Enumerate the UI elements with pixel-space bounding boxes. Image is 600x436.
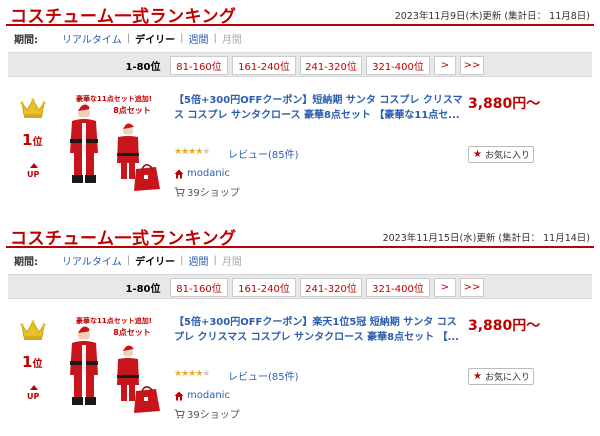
next-page-button[interactable]: > bbox=[434, 278, 456, 297]
review-link[interactable]: レビュー(85件) bbox=[228, 146, 299, 161]
ranking-header: コスチューム一式ランキング 2023年11月15日(水)更新 (集計日： 11月… bbox=[0, 222, 600, 249]
range-current: 1-80位 bbox=[125, 284, 161, 295]
period-daily-active: デイリー bbox=[135, 34, 176, 46]
product-title-link[interactable]: 【5倍+300円OFFクーポン】楽天1位5冠 短納期 サンタ コスプレ クリスマ… bbox=[174, 315, 466, 345]
badge-bottom-text: 8点セット bbox=[113, 105, 151, 115]
period-label: 期間: bbox=[14, 256, 38, 268]
product-price: 3,880円～ bbox=[468, 318, 541, 334]
period-label: 期間: bbox=[14, 34, 38, 46]
shop-name: modanic bbox=[187, 168, 230, 179]
shop-house-icon bbox=[174, 391, 184, 400]
favorite-label: お気に入り bbox=[484, 151, 530, 161]
period-monthly-disabled: 月間 bbox=[221, 256, 242, 268]
range-241-320-link[interactable]: 241-320位 bbox=[300, 278, 362, 297]
rank-number: 1位 bbox=[22, 131, 42, 149]
update-date: 2023年11月9日(木)更新 (集計日： 11月8日) bbox=[394, 11, 590, 22]
shop-house-icon bbox=[174, 169, 184, 178]
period-monthly-disabled: 月間 bbox=[221, 34, 242, 46]
range-current: 1-80位 bbox=[125, 62, 161, 73]
points-info: 39ショップ bbox=[174, 184, 240, 199]
star-empty-icon: ★ bbox=[202, 147, 210, 157]
ranking-header: コスチューム一式ランキング 2023年11月9日(木)更新 (集計日： 11月8… bbox=[0, 0, 600, 27]
product-image[interactable]: 豪華な11点セット追加! 8点セット bbox=[64, 313, 164, 417]
period-weekly-link[interactable]: 週間 bbox=[188, 253, 208, 268]
rank-value: 1 bbox=[22, 353, 33, 371]
period-daily-active: デイリー bbox=[135, 256, 176, 268]
period-separator: | bbox=[180, 32, 184, 44]
cart-icon bbox=[174, 408, 185, 418]
rank-suffix: 位 bbox=[32, 137, 43, 148]
rank-range-bar: 1-80位 81-160位 161-240位 241-320位 321-400位… bbox=[8, 274, 592, 299]
header-divider bbox=[6, 24, 594, 26]
range-161-240-link[interactable]: 161-240位 bbox=[232, 278, 296, 297]
favorite-button[interactable]: ★ お気に入り bbox=[468, 146, 534, 163]
product-image[interactable]: 豪華な11点セット追加! 8点セット bbox=[64, 91, 164, 195]
ranking-panel: コスチューム一式ランキング 2023年11月15日(水)更新 (集計日： 11月… bbox=[0, 222, 600, 436]
period-weekly-link[interactable]: 週間 bbox=[188, 31, 208, 46]
range-161-240-link[interactable]: 161-240位 bbox=[232, 56, 296, 75]
period-separator: | bbox=[213, 32, 217, 44]
rank-suffix: 位 bbox=[32, 359, 43, 370]
star-empty-icon: ★ bbox=[202, 369, 210, 379]
last-page-button[interactable]: >> bbox=[460, 278, 484, 297]
rank-trend: UP bbox=[27, 392, 40, 401]
range-81-160-link[interactable]: 81-160位 bbox=[170, 56, 228, 75]
points-text: 39ショップ bbox=[187, 410, 240, 421]
period-separator: | bbox=[213, 254, 217, 266]
badge-bottom-text: 8点セット bbox=[113, 327, 151, 337]
period-selector: 期間: リアルタイム | デイリー | 週間 | 月間 bbox=[0, 30, 242, 46]
period-selector: 期間: リアルタイム | デイリー | 週間 | 月間 bbox=[0, 252, 242, 268]
last-page-button[interactable]: >> bbox=[460, 56, 484, 75]
period-realtime-link[interactable]: リアルタイム bbox=[62, 253, 122, 268]
product-title-link[interactable]: 【5倍+300円OFFクーポン】短納期 サンタ コスプレ クリスマス コスプレ … bbox=[174, 93, 466, 123]
ranking-item: 1位 UP 豪華な11点セット追加! 8点セット 【5倍+300円OFFクーポン… bbox=[0, 313, 600, 423]
ranking-item: 1位 UP 豪華な11点セット追加! 8点セット 【5倍+300円OFFクーポン… bbox=[0, 91, 600, 201]
header-divider bbox=[6, 246, 594, 248]
rank-number: 1位 bbox=[22, 353, 42, 371]
badge-top-text: 豪華な11点セット追加! bbox=[76, 94, 152, 103]
period-realtime-link[interactable]: リアルタイム bbox=[62, 31, 122, 46]
period-separator: | bbox=[126, 32, 131, 44]
points-text: 39ショップ bbox=[187, 188, 240, 199]
range-81-160-link[interactable]: 81-160位 bbox=[170, 278, 228, 297]
crown-icon bbox=[20, 98, 46, 118]
cart-icon bbox=[174, 186, 185, 196]
rank-range-bar: 1-80位 81-160位 161-240位 241-320位 321-400位… bbox=[8, 52, 592, 77]
shop-link[interactable]: modanic bbox=[174, 390, 230, 401]
product-price: 3,880円～ bbox=[468, 96, 541, 112]
shop-link[interactable]: modanic bbox=[174, 168, 230, 179]
range-321-400-link[interactable]: 321-400位 bbox=[366, 278, 430, 297]
favorite-star-icon: ★ bbox=[473, 149, 482, 160]
favorite-star-icon: ★ bbox=[473, 371, 482, 382]
review-link[interactable]: レビュー(85件) bbox=[228, 368, 299, 383]
ranking-panel: コスチューム一式ランキング 2023年11月9日(木)更新 (集計日： 11月8… bbox=[0, 0, 600, 216]
rating-stars: ★★★★★ bbox=[174, 369, 210, 379]
period-separator: | bbox=[126, 254, 131, 266]
period-separator: | bbox=[180, 254, 184, 266]
shop-name: modanic bbox=[187, 390, 230, 401]
crown-icon bbox=[20, 320, 46, 340]
update-date: 2023年11月15日(水)更新 (集計日： 11月14日) bbox=[382, 233, 590, 244]
rating-stars: ★★★★★ bbox=[174, 147, 210, 157]
favorite-button[interactable]: ★ お気に入り bbox=[468, 368, 534, 385]
rank-value: 1 bbox=[22, 131, 33, 149]
rank-up-arrow-icon bbox=[30, 163, 38, 168]
badge-top-text: 豪華な11点セット追加! bbox=[76, 316, 152, 325]
points-info: 39ショップ bbox=[174, 406, 240, 421]
favorite-label: お気に入り bbox=[484, 373, 530, 383]
next-page-button[interactable]: > bbox=[434, 56, 456, 75]
range-241-320-link[interactable]: 241-320位 bbox=[300, 56, 362, 75]
rank-up-arrow-icon bbox=[30, 385, 38, 390]
range-321-400-link[interactable]: 321-400位 bbox=[366, 56, 430, 75]
rank-trend: UP bbox=[27, 170, 40, 179]
